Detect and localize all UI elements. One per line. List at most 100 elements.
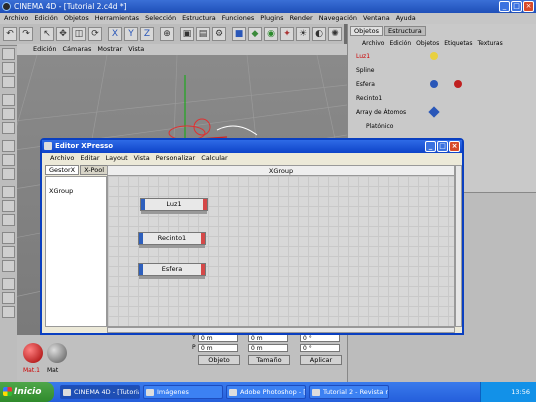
material-preview-2[interactable] — [47, 343, 67, 363]
tool-object-icon[interactable] — [2, 62, 15, 74]
tool-model-icon[interactable] — [2, 48, 15, 60]
vp-menu-mostrar[interactable]: Mostrar — [97, 44, 122, 55]
menu-ventana[interactable]: Ventana — [363, 13, 390, 24]
apply-button[interactable]: Aplicar — [300, 355, 342, 365]
menu-archivo[interactable]: Archivo — [4, 13, 28, 24]
object-row-esfera[interactable]: Esfera — [356, 80, 375, 90]
tool-bridge-icon[interactable] — [2, 246, 15, 258]
task-photoshop[interactable]: Adobe Photoshop - [... — [226, 385, 306, 399]
om-menu-objetos[interactable]: Objetos — [416, 38, 439, 49]
tab-objetos[interactable]: Objetos — [350, 26, 383, 36]
nurbs-icon[interactable]: ◆ — [248, 27, 262, 41]
rotate-icon[interactable]: ⟳ — [88, 27, 102, 41]
pos-y-field[interactable]: 0 m — [198, 334, 238, 342]
material-preview-1[interactable] — [23, 343, 43, 363]
task-tutorial2[interactable]: Tutorial 2 - Revista n... — [309, 385, 389, 399]
tool-edges-icon[interactable] — [2, 108, 15, 120]
menu-seleccion[interactable]: Selección — [145, 13, 176, 24]
menu-herramientas[interactable]: Herramientas — [95, 13, 139, 24]
tab-xpool[interactable]: X-Pool — [80, 165, 109, 175]
object-row-recinto1[interactable]: Recinto1 — [356, 94, 382, 104]
z-axis-icon[interactable]: Z — [140, 27, 154, 41]
object-select[interactable]: Objeto — [198, 355, 240, 365]
xp-menu-vista[interactable]: Vista — [134, 153, 150, 164]
menu-navegacion[interactable]: Navegación — [319, 13, 357, 24]
task-imagenes[interactable]: Imágenes — [143, 385, 223, 399]
tool-extrude-icon[interactable] — [2, 214, 15, 226]
rot-h-field[interactable]: 0 ° — [300, 334, 340, 342]
om-menu-texturas[interactable]: Texturas — [477, 38, 502, 49]
tool-weld-icon[interactable] — [2, 232, 15, 244]
tool-magnet-icon[interactable] — [2, 140, 15, 152]
undo-icon[interactable]: ↶ — [3, 27, 17, 41]
xp-menu-editar[interactable]: Editar — [80, 153, 99, 164]
object-row-platonico[interactable]: Platónico — [366, 122, 393, 132]
xpresso-horizontal-scrollbar[interactable] — [107, 327, 455, 333]
xp-menu-archivo[interactable]: Archivo — [50, 153, 74, 164]
xp-menu-layout[interactable]: Layout — [106, 153, 128, 164]
om-menu-etiquetas[interactable]: Etiquetas — [444, 38, 472, 49]
vp-menu-edicion[interactable]: Edición — [33, 44, 57, 55]
tool-bevel-icon[interactable] — [2, 200, 15, 212]
node-recinto1[interactable]: Recinto1 — [138, 232, 206, 248]
xpresso-canvas[interactable]: XGroup Luz1 Recinto1 Esfera — [107, 165, 455, 327]
task-cinema4d[interactable]: CINEMA 4D - [Tutoria... — [60, 385, 140, 399]
coordinate-system-icon[interactable]: ⊕ — [160, 27, 174, 41]
size-y-field[interactable]: 0 m — [248, 334, 288, 342]
tool-paint-icon[interactable] — [2, 278, 15, 290]
deformer-icon[interactable]: ◉ — [264, 27, 278, 41]
menu-objetos[interactable]: Objetos — [64, 13, 89, 24]
cube-icon[interactable]: ■ — [232, 27, 246, 41]
menu-plugins[interactable]: Plugins — [260, 13, 283, 24]
om-menu-archivo[interactable]: Archivo — [362, 38, 384, 49]
size-z-field[interactable]: 0 m — [248, 344, 288, 352]
render-view-icon[interactable]: ▣ — [180, 27, 194, 41]
om-menu-edicion[interactable]: Edición — [389, 38, 411, 49]
xp-menu-personalizar[interactable]: Personalizar — [156, 153, 196, 164]
array-icon[interactable]: ✦ — [280, 27, 294, 41]
render-picture-icon[interactable]: ▤ — [196, 27, 210, 41]
maximize-button[interactable]: □ — [511, 1, 522, 12]
tool-texture-icon[interactable] — [2, 76, 15, 88]
menu-funciones[interactable]: Funciones — [222, 13, 254, 24]
light-icon[interactable]: ✺ — [328, 27, 342, 41]
close-button[interactable]: × — [523, 1, 534, 12]
xpresso-vertical-scrollbar[interactable] — [455, 165, 462, 327]
menu-edicion[interactable]: Edición — [34, 13, 58, 24]
tool-hair-icon[interactable] — [2, 260, 15, 272]
tab-gestorx[interactable]: GestorX — [45, 165, 80, 175]
pos-z-field[interactable]: 0 m — [198, 344, 238, 352]
select-icon[interactable]: ↖ — [40, 27, 54, 41]
vp-menu-vista[interactable]: Vista — [128, 44, 144, 55]
vp-menu-camaras[interactable]: Cámaras — [63, 44, 92, 55]
camera-icon[interactable]: ◐ — [312, 27, 326, 41]
start-button[interactable]: Inicio — [0, 382, 54, 402]
object-row-spline[interactable]: Spline — [356, 66, 374, 76]
tool-brush-icon[interactable] — [2, 186, 15, 198]
tool-sculpt-icon[interactable] — [2, 292, 15, 304]
xp-maximize-button[interactable]: □ — [437, 141, 448, 152]
tree-item-xgroup[interactable]: XGroup — [49, 187, 73, 195]
tool-checker-icon[interactable] — [2, 168, 15, 180]
y-axis-icon[interactable]: Y — [124, 27, 138, 41]
size-select[interactable]: Tamaño — [248, 355, 290, 365]
xp-menu-calcular[interactable]: Calcular — [201, 153, 227, 164]
move-icon[interactable]: ✥ — [56, 27, 70, 41]
redo-icon[interactable]: ↷ — [19, 27, 33, 41]
node-luz1[interactable]: Luz1 — [140, 198, 208, 214]
menu-render[interactable]: Render — [290, 13, 313, 24]
render-settings-icon[interactable]: ⚙ — [212, 27, 226, 41]
tool-knife-icon[interactable] — [2, 154, 15, 166]
xp-close-button[interactable]: × — [449, 141, 460, 152]
menu-estructura[interactable]: Estructura — [182, 13, 216, 24]
tool-polygons-icon[interactable] — [2, 122, 15, 134]
tool-measure-icon[interactable] — [2, 306, 15, 318]
object-row-luz1[interactable]: Luz1 — [356, 52, 370, 62]
object-row-array[interactable]: Array de Átomos — [356, 108, 406, 118]
node-esfera[interactable]: Esfera — [138, 263, 206, 279]
x-axis-icon[interactable]: X — [108, 27, 122, 41]
scale-icon[interactable]: ◫ — [72, 27, 86, 41]
xp-minimize-button[interactable]: _ — [425, 141, 436, 152]
tab-estructura[interactable]: Estructura — [383, 26, 426, 36]
scene-icon[interactable]: ☀ — [296, 27, 310, 41]
